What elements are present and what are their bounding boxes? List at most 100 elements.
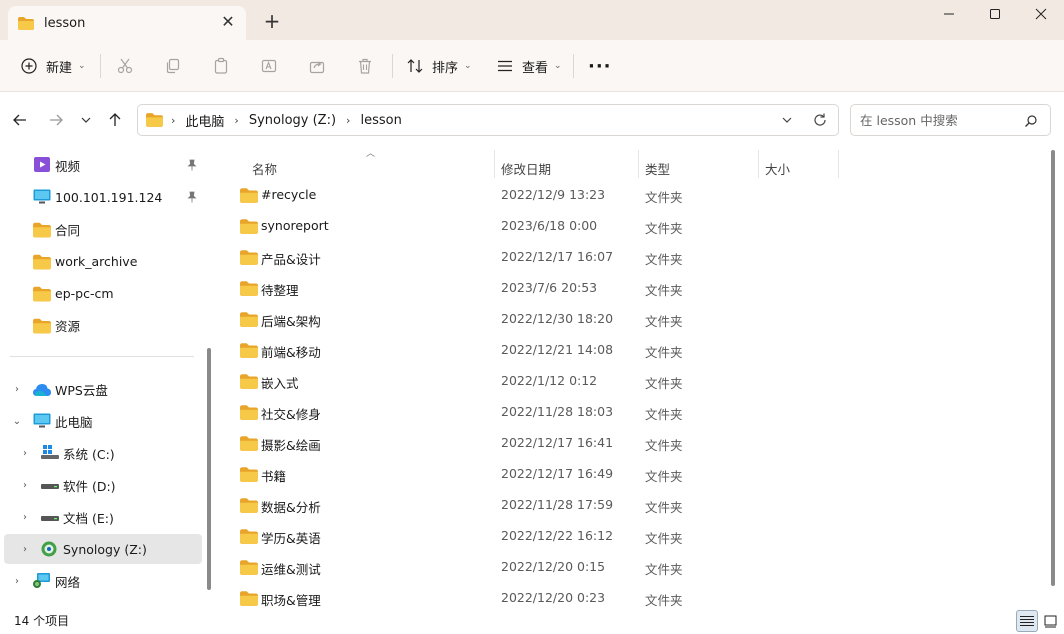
tab-lesson[interactable]: lesson ✕ [8, 6, 246, 40]
maximize-button[interactable] [972, 0, 1018, 28]
view-button[interactable]: 查看 ⌄ [496, 50, 562, 82]
details-view-button[interactable] [1016, 610, 1038, 632]
file-row[interactable]: synoreport 2023/6/18 0:00 文件夹 [232, 211, 1044, 242]
tiles-view-button[interactable] [1039, 610, 1061, 632]
pin-icon[interactable] [186, 191, 198, 203]
more-options-button[interactable]: ··· [588, 50, 612, 82]
search-icon[interactable] [1024, 114, 1038, 128]
close-tab-icon[interactable]: ✕ [220, 14, 236, 30]
chevron-right-icon[interactable]: › [19, 511, 31, 523]
file-row[interactable]: 书籍 2022/12/17 16:49 文件夹 [232, 459, 1044, 490]
scissors-icon [117, 58, 133, 74]
sort-button[interactable]: 排序 ⌄ [406, 50, 472, 82]
file-row[interactable]: 社交&修身 2022/11/28 18:03 文件夹 [232, 397, 1044, 428]
file-row[interactable]: 数据&分析 2022/11/28 17:59 文件夹 [232, 490, 1044, 521]
file-type: 文件夹 [645, 469, 683, 484]
pin-icon[interactable] [186, 159, 198, 171]
file-row[interactable]: 嵌入式 2022/1/12 0:12 文件夹 [232, 366, 1044, 397]
sidebar-item-synology[interactable]: › Synology (Z:) [4, 534, 202, 564]
breadcrumb-chevron-icon[interactable]: › [346, 114, 350, 127]
sidebar-item-network[interactable]: › 网络 [4, 566, 202, 596]
tiles-view-icon [1044, 615, 1056, 627]
column-separator[interactable] [494, 150, 495, 178]
chevron-right-icon[interactable]: › [19, 543, 31, 555]
sidebar-item-contracts[interactable]: 合同 [4, 214, 202, 244]
file-modified-date: 2022/12/20 0:23 [501, 590, 606, 605]
file-modified-date: 2022/1/12 0:12 [501, 373, 598, 388]
sidebar-item-drive-e[interactable]: › 文档 (E:) [4, 502, 202, 532]
breadcrumb-synology[interactable]: Synology (Z:) [249, 113, 336, 128]
breadcrumb-chevron-icon[interactable]: › [234, 114, 238, 127]
file-row[interactable]: 产品&设计 2022/12/17 16:07 文件夹 [232, 242, 1044, 273]
paste-button[interactable] [212, 50, 230, 82]
file-list: ︿ 名称 修改日期 类型 大小 #recycle 2022/12/9 13:23 文… [218, 148, 1064, 608]
file-type: 文件夹 [645, 438, 683, 453]
chevron-right-icon[interactable]: › [11, 575, 23, 587]
sidebar-item-label: Synology (Z:) [63, 541, 147, 557]
file-row[interactable]: 前端&移动 2022/12/21 14:08 文件夹 [232, 335, 1044, 366]
cloud-icon [33, 384, 51, 396]
recent-locations-button[interactable] [76, 110, 96, 130]
sidebar-scrollbar[interactable] [207, 348, 211, 590]
column-header-size[interactable]: 大小 [765, 154, 790, 182]
file-row[interactable]: 待整理 2023/7/6 20:53 文件夹 [232, 273, 1044, 304]
new-tab-button[interactable]: + [262, 10, 282, 32]
file-row[interactable]: 运维&测试 2022/12/20 0:15 文件夹 [232, 552, 1044, 583]
delete-button[interactable] [356, 50, 374, 82]
chevron-right-icon[interactable]: › [11, 383, 23, 395]
folder-icon [33, 222, 51, 238]
back-button[interactable] [10, 110, 30, 130]
file-row[interactable]: #recycle 2022/12/9 13:23 文件夹 [232, 180, 1044, 211]
minimize-button[interactable] [926, 0, 972, 28]
up-button[interactable] [105, 110, 125, 130]
search-input[interactable] [860, 112, 1020, 128]
address-history-chevron-icon[interactable] [780, 113, 794, 127]
refresh-icon[interactable] [812, 112, 828, 128]
sidebar-item-remote-host[interactable]: 100.101.191.124 [4, 182, 202, 212]
address-bar[interactable]: › 此电脑 › Synology (Z:) › lesson [137, 104, 839, 136]
file-type: 文件夹 [645, 562, 683, 577]
sidebar-item-label: ep-pc-cm [55, 285, 114, 301]
column-header-modified[interactable]: 修改日期 [501, 154, 551, 182]
cut-button[interactable] [116, 50, 134, 82]
file-row[interactable]: 摄影&绘画 2022/12/17 16:41 文件夹 [232, 428, 1044, 459]
search-box[interactable] [850, 104, 1051, 136]
share-button[interactable] [308, 50, 326, 82]
rename-button[interactable] [260, 50, 278, 82]
plus-circle-icon [21, 58, 37, 74]
file-list-scrollbar[interactable] [1051, 150, 1055, 586]
sidebar-item-wps-cloud[interactable]: › WPS云盘 [4, 374, 202, 404]
chevron-right-icon[interactable]: › [19, 479, 31, 491]
sidebar-item-drive-c[interactable]: › 系统 (C:) [4, 438, 202, 468]
sidebar-item-ep-pc-cm[interactable]: ep-pc-cm [4, 278, 202, 308]
breadcrumb-chevron-icon[interactable]: › [171, 114, 175, 127]
copy-button[interactable] [164, 50, 182, 82]
sidebar-item-resources[interactable]: 资源 [4, 310, 202, 340]
close-window-button[interactable] [1018, 0, 1064, 28]
column-separator[interactable] [838, 150, 839, 178]
breadcrumb-this-pc[interactable]: 此电脑 [185, 111, 224, 130]
navigation-row: › 此电脑 › Synology (Z:) › lesson [0, 92, 1064, 148]
folder-icon [240, 250, 258, 265]
new-button[interactable]: 新建 ⌄ [20, 50, 86, 82]
chevron-down-icon: ⌄ [554, 61, 562, 71]
chevron-down-icon[interactable]: ⌄ [11, 415, 23, 427]
column-separator[interactable] [758, 150, 759, 178]
arrow-up-icon [109, 113, 121, 126]
sidebar-item-videos[interactable]: 视频 [4, 150, 202, 180]
file-row[interactable]: 后端&架构 2022/12/30 18:20 文件夹 [232, 304, 1044, 335]
column-header-name[interactable]: 名称 [252, 154, 277, 182]
folder-icon [240, 188, 258, 203]
column-header-type[interactable]: 类型 [645, 154, 670, 182]
sidebar-item-work-archive[interactable]: work_archive [4, 246, 202, 276]
folder-icon [240, 467, 258, 482]
forward-button[interactable] [46, 110, 66, 130]
chevron-right-icon[interactable]: › [19, 447, 31, 459]
file-modified-date: 2022/12/17 16:49 [501, 466, 614, 481]
sidebar-item-this-pc[interactable]: ⌄ 此电脑 [4, 406, 202, 436]
column-separator[interactable] [638, 150, 639, 178]
copy-icon [166, 58, 180, 74]
sidebar-item-drive-d[interactable]: › 软件 (D:) [4, 470, 202, 500]
breadcrumb-lesson[interactable]: lesson [360, 113, 401, 128]
file-row[interactable]: 学历&英语 2022/12/22 16:12 文件夹 [232, 521, 1044, 552]
